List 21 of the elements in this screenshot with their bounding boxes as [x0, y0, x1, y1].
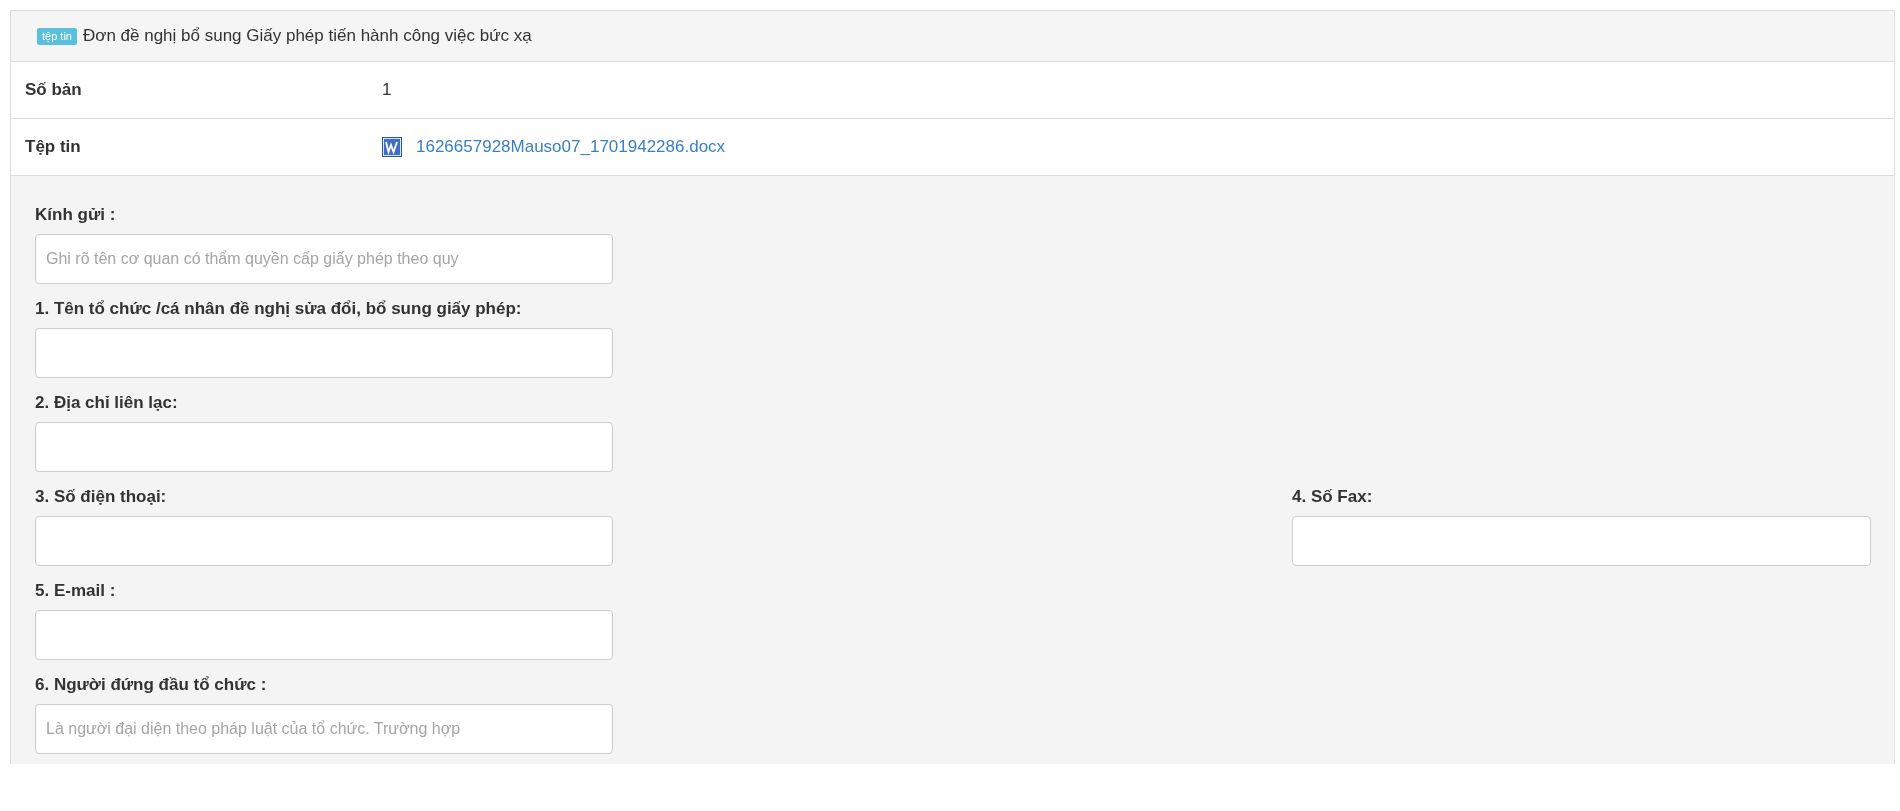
file-badge: tệp tin — [37, 27, 77, 45]
field-label: 4. Số Fax: — [1292, 486, 1374, 508]
input-field[interactable] — [1292, 516, 1871, 566]
field-label: 2. Địa chỉ liên lạc: — [35, 392, 179, 414]
row-value: 1 — [382, 80, 392, 100]
input-field[interactable] — [35, 516, 613, 566]
field-label: 6. Người đứng đầu tổ chức : — [35, 674, 268, 696]
field-label: Kính gửi : — [35, 204, 117, 226]
row-label: Tệp tin — [24, 137, 82, 157]
field-label: 3. Số điện thoại: — [35, 486, 168, 508]
input-field[interactable] — [35, 328, 613, 378]
row-label: Số bản — [24, 80, 83, 100]
input-field[interactable] — [35, 610, 613, 660]
document-title: Đơn đề nghị bổ sung Giấy phép tiến hành công việc bức xạ — [82, 26, 532, 46]
input-field[interactable] — [35, 422, 613, 472]
field-label: 5. E-mail : — [35, 580, 117, 602]
input-field[interactable]: Là người đại diện theo pháp luật của tổ chức. Trường hợp — [35, 704, 613, 754]
word-document-icon — [382, 137, 402, 157]
input-field[interactable]: Ghi rõ tên cơ quan có thẩm quyền cấp giấy phép theo quy — [35, 234, 613, 284]
file-link[interactable]: 1626657928Mauso07_1701942286.docx — [416, 137, 726, 157]
field-label: 1. Tên tổ chức /cá nhân đề nghị sửa đổi, bổ sung giấy phép: — [35, 298, 523, 320]
